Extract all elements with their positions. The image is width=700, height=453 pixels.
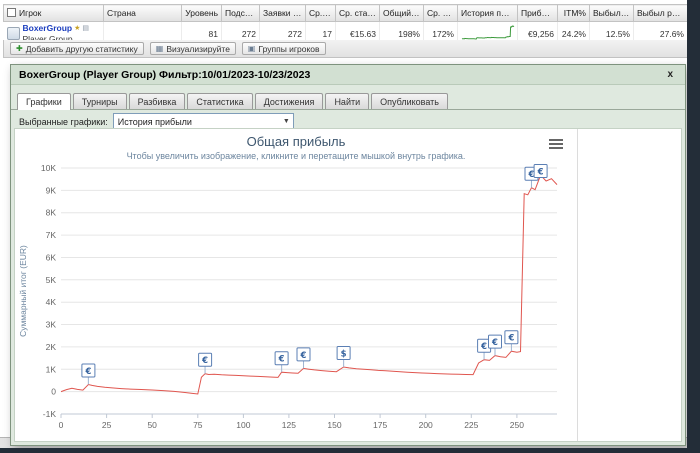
- svg-text:100: 100: [236, 420, 250, 430]
- svg-text:-1K: -1K: [43, 409, 57, 419]
- groups-icon: ▣: [247, 43, 256, 53]
- svg-text:Суммарный итог (EUR): Суммарный итог (EUR): [18, 245, 28, 337]
- visualize-button[interactable]: ▦ Визуализируйте: [149, 42, 236, 55]
- dialog-title: BoxerGroup (Player Group) Фильтр:10/01/2…: [19, 68, 311, 81]
- svg-text:€: €: [537, 168, 544, 178]
- add-statistic-button[interactable]: ✚ Добавить другую статистику: [10, 42, 144, 55]
- svg-text:€: €: [491, 338, 498, 348]
- svg-text:€: €: [278, 355, 285, 365]
- svg-text:6K: 6K: [46, 253, 57, 263]
- svg-text:75: 75: [193, 420, 203, 430]
- svg-text:225: 225: [464, 420, 478, 430]
- col-header-itm[interactable]: ITM%: [557, 4, 590, 22]
- tab-breakdown[interactable]: Разбивка: [128, 93, 186, 109]
- close-icon[interactable]: x: [663, 69, 677, 81]
- col-header-profit-history[interactable]: История прибыли: [457, 4, 518, 22]
- svg-text:€: €: [528, 170, 535, 180]
- chart-select-value: История прибыли: [117, 116, 192, 127]
- col-header-level[interactable]: Уровень: [181, 4, 222, 22]
- filter-dialog: BoxerGroup (Player Group) Фильтр:10/01/2…: [10, 64, 686, 446]
- chart-panel: Общая прибыль Чтобы увеличить изображени…: [15, 129, 578, 441]
- favorite-icon[interactable]: ★: [74, 25, 80, 32]
- svg-text:€: €: [507, 334, 514, 344]
- tab-tournaments[interactable]: Турниры: [72, 93, 127, 109]
- svg-text:€: €: [480, 342, 487, 352]
- col-header-player[interactable]: Игрок: [3, 4, 104, 22]
- svg-text:5K: 5K: [46, 275, 57, 285]
- svg-text:175: 175: [373, 420, 387, 430]
- svg-text:25: 25: [102, 420, 112, 430]
- tab-charts[interactable]: Графики: [17, 93, 71, 110]
- screen: Игрок Страна Уровень Подсчет Заявки и у.…: [0, 0, 700, 453]
- note-icon[interactable]: ▤: [82, 25, 89, 32]
- visualize-label: Визуализируйте: [166, 43, 230, 54]
- svg-text:€: €: [300, 351, 307, 361]
- player-groups-button[interactable]: ▣ Группы игроков: [241, 42, 326, 55]
- col-header-count[interactable]: Подсчет: [221, 4, 260, 22]
- col-header-country[interactable]: Страна: [103, 4, 182, 22]
- tab-statistics[interactable]: Статистика: [187, 93, 253, 109]
- svg-text:2K: 2K: [46, 342, 57, 352]
- tab-find[interactable]: Найти: [325, 93, 370, 109]
- svg-text:0: 0: [51, 387, 56, 397]
- tab-achievements[interactable]: Достижения: [254, 93, 324, 109]
- svg-text:50: 50: [147, 420, 157, 430]
- svg-text:10K: 10K: [41, 163, 56, 173]
- col-header-avg-games[interactable]: Ср. игры: [305, 4, 336, 22]
- window-edge-right: [687, 0, 700, 453]
- tab-publish[interactable]: Опубликовать: [371, 93, 448, 109]
- svg-text:$: $: [341, 350, 347, 360]
- col-label: Игрок: [19, 8, 42, 18]
- window-edge-bottom: [0, 448, 700, 453]
- add-statistic-label: Добавить другую статистику: [25, 43, 138, 54]
- chart-subtitle: Чтобы увеличить изображение, кликните и …: [126, 151, 466, 161]
- hamburger-icon: [549, 139, 563, 141]
- selected-charts-label: Выбранные графики:: [19, 116, 108, 127]
- player-name-link[interactable]: BoxerGroup: [23, 23, 73, 33]
- svg-text:250: 250: [510, 420, 524, 430]
- col-header-early-bust[interactable]: Выбыл рано: [589, 4, 634, 22]
- visualize-icon: ▦: [155, 43, 164, 53]
- col-header-entries[interactable]: Заявки и у...: [259, 4, 306, 22]
- svg-text:0: 0: [59, 420, 64, 430]
- select-all-checkbox[interactable]: [7, 8, 16, 17]
- col-header-avg-stake[interactable]: Ср. ставка: [335, 4, 380, 22]
- chart-title: Общая прибыль: [246, 134, 346, 149]
- svg-text:1K: 1K: [46, 364, 57, 374]
- dialog-content: Общая прибыль Чтобы увеличить изображени…: [14, 128, 682, 442]
- chart-menu-button[interactable]: [549, 137, 565, 151]
- dialog-tabs: Графики Турниры Разбивка Статистика Дост…: [11, 85, 685, 110]
- svg-text:3K: 3K: [46, 320, 57, 330]
- stats-toolbar: ✚ Добавить другую статистику ▦ Визуализи…: [3, 40, 700, 58]
- col-header-total-roi[interactable]: Общий ROI: [379, 4, 424, 22]
- table-header-row: Игрок Страна Уровень Подсчет Заявки и у.…: [3, 4, 688, 22]
- col-header-profit[interactable]: Прибыль: [517, 4, 558, 22]
- svg-text:4K: 4K: [46, 297, 57, 307]
- col-header-avg-roi[interactable]: Ср. ROI: [423, 4, 458, 22]
- profit-chart-plot[interactable]: -1K01K2K3K4K5K6K7K8K9K10K0 25 50 75 100 125 15…: [15, 162, 571, 438]
- svg-text:€: €: [201, 356, 208, 366]
- svg-text:8K: 8K: [46, 208, 57, 218]
- player-group-avatar: [6, 27, 20, 40]
- svg-text:150: 150: [327, 420, 341, 430]
- svg-text:€: €: [84, 367, 91, 377]
- plus-icon: ✚: [16, 43, 23, 53]
- profit-history-sparkline: [461, 25, 515, 40]
- dialog-titlebar[interactable]: BoxerGroup (Player Group) Фильтр:10/01/2…: [11, 65, 685, 85]
- svg-text:9K: 9K: [46, 185, 57, 195]
- svg-text:125: 125: [282, 420, 296, 430]
- svg-text:7K: 7K: [46, 230, 57, 240]
- svg-text:200: 200: [419, 420, 433, 430]
- player-groups-label: Группы игроков: [258, 43, 320, 54]
- col-header-early-bust2[interactable]: Выбыл рано/с...: [633, 4, 688, 22]
- chevron-down-icon: ▼: [282, 118, 290, 125]
